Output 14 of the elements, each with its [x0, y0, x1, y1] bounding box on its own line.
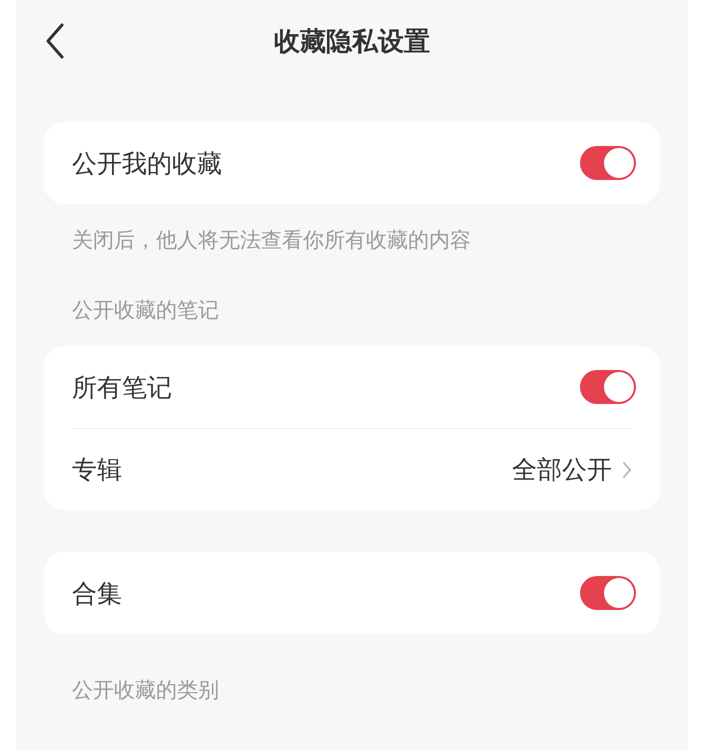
- setting-label: 所有笔记: [72, 372, 172, 404]
- section-label: 公开收藏的类别: [72, 677, 220, 704]
- section-label: 公开收藏的笔记: [72, 297, 220, 324]
- toggle-switch[interactable]: [580, 146, 636, 180]
- page-title: 收藏隐私设置: [274, 26, 430, 58]
- setting-label: 专辑: [72, 454, 122, 486]
- setting-label: 合集: [72, 578, 122, 610]
- back-button[interactable]: [44, 22, 66, 60]
- setting-label: 公开我的收藏: [72, 148, 222, 180]
- chevron-icon: [622, 460, 632, 478]
- toggle-switch[interactable]: [580, 576, 636, 610]
- hint-text: 关闭后，他人将无法查看你所有收藏的内容: [72, 227, 472, 254]
- setting-value-link[interactable]: 全部公开: [512, 453, 612, 486]
- toggle-switch[interactable]: [580, 370, 636, 404]
